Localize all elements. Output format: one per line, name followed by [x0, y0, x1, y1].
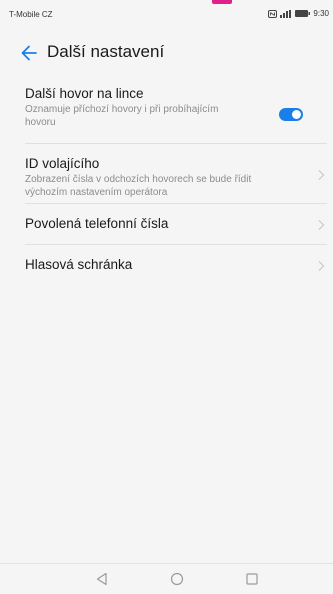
home-circle-icon[interactable] — [169, 571, 185, 587]
carrier-name: T-Mobile CZ — [9, 10, 53, 19]
app-bar: Další nastavení — [0, 34, 333, 74]
nav-divider — [0, 563, 333, 564]
signal-icon — [280, 9, 292, 18]
battery-icon — [295, 10, 311, 17]
toggle-knob — [292, 110, 301, 119]
setting-title: Další hovor na lince — [25, 86, 144, 101]
status-bar: T-Mobile CZ 9:30 — [0, 0, 333, 22]
clock: 9:30 — [313, 9, 329, 18]
nfc-icon — [268, 9, 278, 18]
chevron-right-icon — [317, 168, 325, 180]
chevron-right-icon — [317, 259, 325, 271]
status-icons: 9:30 — [268, 9, 329, 18]
recent-apps-square-icon[interactable] — [244, 571, 260, 587]
page-title: Další nastavení — [47, 42, 165, 61]
navigation-bar — [0, 563, 333, 594]
setting-caller-id[interactable]: ID volajícího Zobrazení čísla v odchozíc… — [25, 144, 327, 204]
back-arrow-icon[interactable] — [19, 43, 39, 63]
setting-title: Povolená telefonní čísla — [25, 216, 169, 231]
call-waiting-toggle[interactable] — [279, 108, 303, 121]
setting-title: ID volajícího — [25, 156, 100, 171]
setting-description: Oznamuje příchozí hovory i při probíhají… — [25, 104, 219, 128]
settings-list: Další hovor na lince Oznamuje příchozí h… — [0, 82, 333, 286]
setting-call-waiting[interactable]: Další hovor na lince Oznamuje příchozí h… — [25, 82, 327, 144]
setting-description: Zobrazení čísla v odchozích hovorech se … — [25, 174, 252, 198]
setting-voicemail[interactable]: Hlasová schránka — [25, 245, 327, 286]
setting-fixed-dialing-numbers[interactable]: Povolená telefonní čísla — [25, 204, 327, 245]
back-triangle-icon[interactable] — [94, 571, 110, 587]
setting-title: Hlasová schránka — [25, 257, 133, 272]
chevron-right-icon — [317, 218, 325, 230]
